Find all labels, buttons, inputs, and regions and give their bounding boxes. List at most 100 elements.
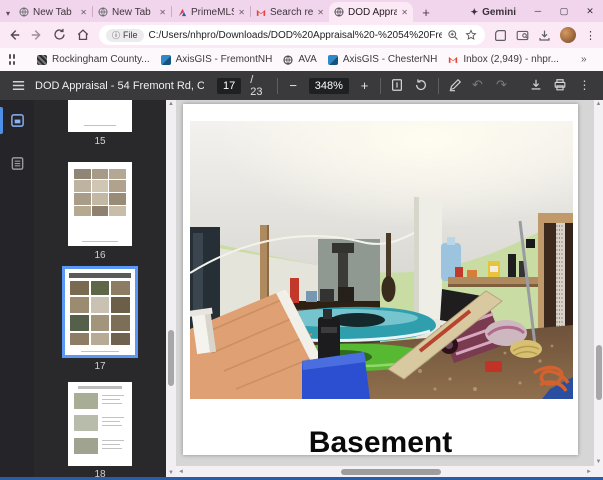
reload-icon[interactable] (53, 28, 67, 42)
thumbnail-page-18[interactable] (68, 382, 132, 466)
tab-title: New Tab (112, 7, 155, 18)
globe-icon (98, 7, 108, 17)
bookmark-axisgis-fremont[interactable]: AxisGIS - FremontNH (161, 54, 273, 65)
side-search-icon[interactable] (516, 29, 529, 42)
thumbnail-label: 15 (34, 136, 166, 147)
bookmark-star-icon[interactable] (465, 29, 478, 42)
thumbnail-label: 16 (34, 250, 166, 261)
annotate-pen-icon[interactable] (448, 78, 463, 93)
scroll-right-arrow[interactable]: ► (584, 469, 594, 475)
thumbnail-page-17-selected[interactable] (62, 266, 138, 358)
active-panel-indicator (0, 107, 3, 134)
bookmark-ava[interactable]: AVA (283, 54, 317, 65)
tab-new-tab-1[interactable]: New Tab ✕ (14, 2, 92, 22)
gemini-button[interactable]: ✦ Gemini (462, 5, 525, 20)
thumbnail-page-16[interactable] (68, 162, 132, 246)
bookmark-axisgis-chester[interactable]: AxisGIS - ChesterNH (328, 54, 437, 65)
window-controls: ─ ▢ ✕ (525, 0, 603, 22)
print-icon[interactable] (553, 78, 568, 93)
scroll-down-arrow[interactable]: ▼ (166, 470, 176, 476)
toolbar-separator (380, 78, 381, 94)
tab-close-icon[interactable]: ✕ (80, 8, 87, 17)
thumbnails-panel: 15 16 17 (34, 100, 166, 477)
tab-new-tab-2[interactable]: New Tab ✕ (93, 2, 171, 22)
tab-dod-appraisal-active[interactable]: DOD Apprai... ✕ (329, 2, 413, 22)
profile-avatar[interactable] (560, 27, 576, 43)
pdf-viewer-body: 15 16 17 (0, 100, 603, 477)
bookmarks-bar: Rockingham County... AxisGIS - FremontNH… (0, 48, 603, 71)
page-number-input[interactable]: 17 (217, 78, 241, 94)
tab-title: DOD Apprai... (348, 7, 397, 18)
url-text: C:/Users/nhpro/Downloads/DOD%20Appraisal… (149, 30, 442, 41)
toolbar-separator (438, 78, 439, 94)
redo-icon[interactable]: ↷ (496, 78, 511, 93)
globe-icon (334, 7, 344, 17)
bookmarks-overflow-chevron[interactable]: » (581, 54, 586, 65)
minimize-button[interactable]: ─ (525, 0, 551, 22)
scrollbar-thumb[interactable] (168, 330, 174, 386)
close-button[interactable]: ✕ (577, 0, 603, 22)
apps-grid-icon[interactable] (9, 54, 15, 65)
rockingham-favicon (37, 55, 47, 65)
main-horizontal-scrollbar[interactable]: ◄ ► (176, 466, 594, 477)
undo-icon[interactable]: ↶ (472, 78, 487, 93)
tab-close-icon[interactable]: ✕ (317, 8, 324, 17)
zoom-level-input[interactable]: 348% (309, 78, 349, 94)
tab-close-icon[interactable]: ✕ (238, 8, 245, 17)
main-vertical-scrollbar[interactable]: ▲ ▼ (594, 100, 603, 466)
pdf-menu-icon[interactable] (11, 78, 26, 93)
pdf-more-icon[interactable]: ⋮ (577, 78, 592, 93)
address-toolbar: ⓘ File C:/Users/nhpro/Downloads/DOD%20Ap… (0, 22, 603, 48)
bookmark-rockingham[interactable]: Rockingham County... (37, 54, 150, 65)
address-omnibox[interactable]: ⓘ File C:/Users/nhpro/Downloads/DOD%20Ap… (99, 25, 485, 45)
scroll-up-arrow[interactable]: ▲ (166, 101, 176, 107)
scroll-up-arrow[interactable]: ▲ (594, 101, 603, 107)
gmail-icon (448, 55, 458, 65)
url-scheme-chip[interactable]: ⓘ File (106, 29, 144, 42)
tab-search-results[interactable]: Search resul... ✕ (251, 2, 329, 22)
tab-primemls[interactable]: PrimeMLS D... ✕ (172, 2, 250, 22)
gmail-icon (256, 7, 266, 17)
axisgis-favicon (161, 55, 171, 65)
scroll-down-arrow[interactable]: ▼ (594, 459, 603, 465)
zoom-in-button[interactable]: + (358, 78, 371, 93)
rotate-icon[interactable] (414, 78, 429, 93)
scrollbar-thumb[interactable] (341, 469, 441, 475)
globe-icon (283, 55, 293, 65)
scrollbar-track[interactable] (186, 466, 584, 477)
browser-window: { "window": { "gemini_label": "Gemini", … (0, 0, 603, 480)
scrollbar-thumb[interactable] (596, 345, 602, 400)
tab-close-icon[interactable]: ✕ (159, 8, 166, 17)
gemini-spark-icon: ✦ (471, 7, 479, 18)
maximize-button[interactable]: ▢ (551, 0, 577, 22)
thumbnail-label: 18 (34, 469, 166, 477)
forward-icon[interactable] (30, 28, 44, 42)
zoom-indicator-icon[interactable] (447, 29, 460, 42)
back-icon[interactable] (7, 28, 21, 42)
home-icon[interactable] (76, 28, 90, 42)
thumbnail-label: 17 (34, 361, 166, 372)
thumbnails-panel-icon[interactable] (10, 113, 25, 128)
bookmark-gmail-inbox[interactable]: Inbox (2,949) - nhpr... (448, 54, 559, 65)
zoom-out-button[interactable]: − (287, 78, 300, 93)
tab-title: New Tab (33, 7, 76, 18)
toolbar-separator (277, 78, 278, 94)
sidebar-scrollbar[interactable]: ▲ ▼ (166, 100, 176, 477)
page-caption: Basement (183, 426, 578, 460)
globe-icon (19, 7, 29, 17)
primemls-icon (177, 7, 187, 17)
thumbnail-page-15[interactable] (68, 100, 132, 132)
pdf-main-viewer: Basement ▲ ▼ ◄ ► (176, 100, 603, 477)
scroll-left-arrow[interactable]: ◄ (176, 469, 186, 475)
tab-search-icon[interactable]: ▾ (2, 4, 14, 22)
new-tab-button[interactable]: + (417, 3, 435, 21)
downloads-icon[interactable] (538, 29, 551, 42)
sidebar-rail (0, 100, 34, 477)
tab-title: PrimeMLS D... (191, 7, 234, 18)
extensions-icon[interactable] (494, 29, 507, 42)
pdf-download-icon[interactable] (529, 78, 544, 93)
tab-close-icon[interactable]: ✕ (401, 8, 408, 17)
browser-menu-icon[interactable]: ⋮ (585, 29, 596, 42)
fit-page-icon[interactable] (390, 78, 405, 93)
outline-panel-icon[interactable] (10, 156, 25, 171)
